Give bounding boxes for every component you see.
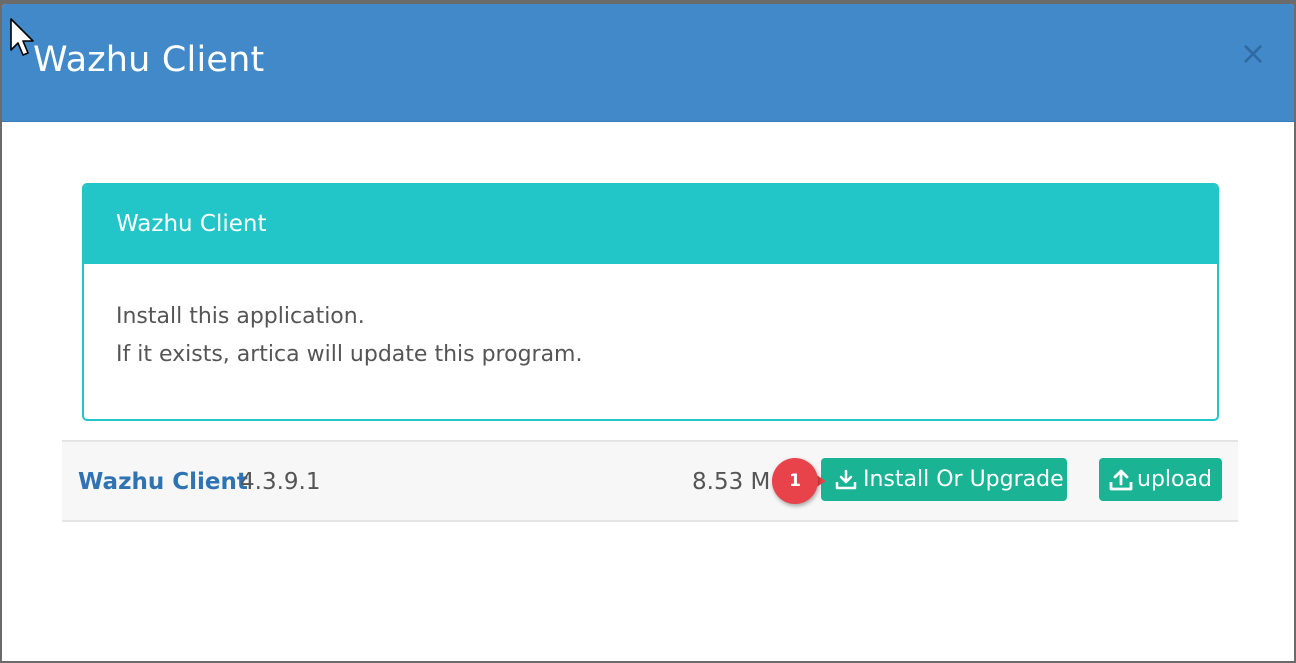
app-size: 8.53 M xyxy=(692,469,771,495)
modal-dialog: Wazhu Client × Wazhu Client Install this… xyxy=(2,4,1294,661)
upload-icon xyxy=(1109,468,1133,492)
step-badge: 1 xyxy=(772,458,818,504)
app-row: Wazhu Client 4.3.9.1 8.53 M Install Or U… xyxy=(62,440,1238,522)
download-icon xyxy=(835,469,857,491)
mouse-cursor-icon xyxy=(10,18,36,62)
close-icon: × xyxy=(1239,34,1267,72)
panel-text-line-1: Install this application. xyxy=(116,304,365,329)
close-button[interactable]: × xyxy=(1238,37,1268,69)
panel-heading: Wazhu Client xyxy=(84,185,1217,264)
upload-button[interactable]: upload xyxy=(1099,458,1222,501)
info-panel: Wazhu Client Install this application. I… xyxy=(82,183,1219,421)
panel-body: Install this application. If it exists, … xyxy=(84,264,1217,408)
app-name-link[interactable]: Wazhu Client xyxy=(78,469,248,495)
app-version: 4.3.9.1 xyxy=(240,469,321,495)
panel-text-line-2: If it exists, artica will update this pr… xyxy=(116,342,583,367)
modal-title: Wazhu Client xyxy=(33,40,265,80)
panel-title: Wazhu Client xyxy=(116,211,267,237)
install-or-upgrade-label: Install Or Upgrade xyxy=(863,467,1064,492)
modal-header: Wazhu Client × xyxy=(2,4,1294,122)
install-or-upgrade-button[interactable]: Install Or Upgrade xyxy=(821,458,1067,501)
upload-label: upload xyxy=(1137,467,1212,492)
